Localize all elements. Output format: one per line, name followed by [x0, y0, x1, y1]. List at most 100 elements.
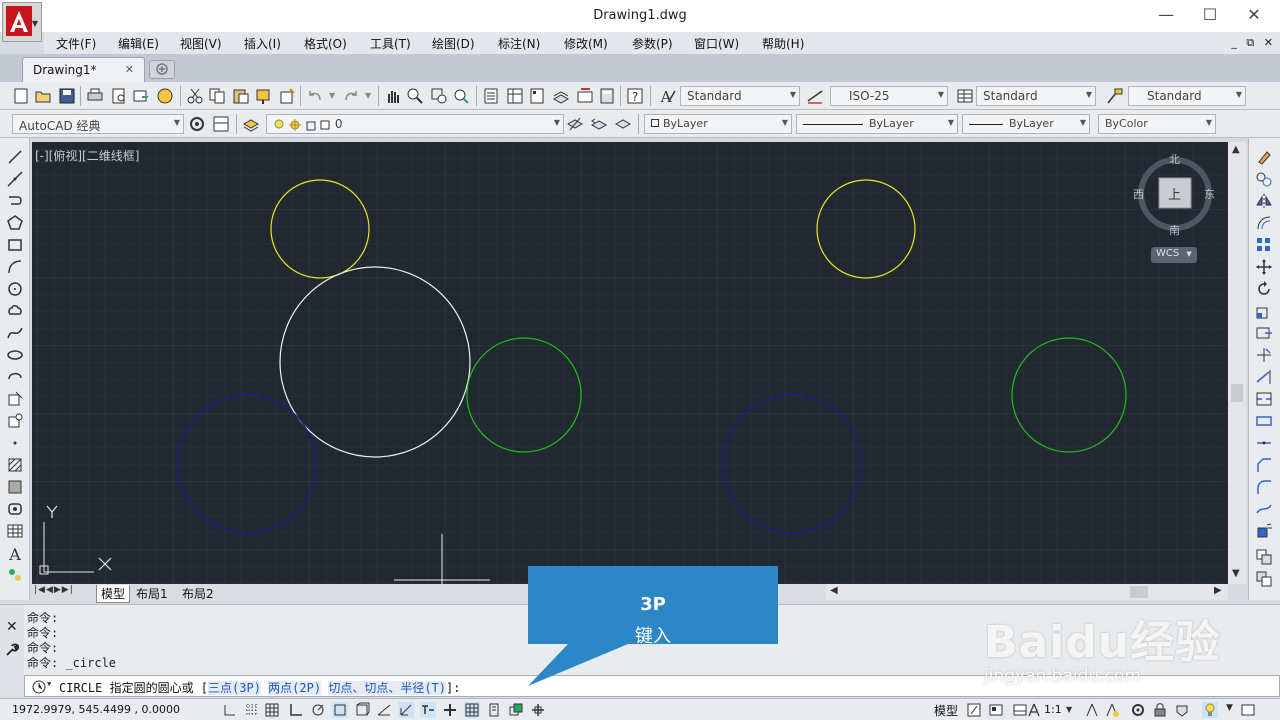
annotation-visibility-icon[interactable] [1084, 702, 1100, 718]
transparency-icon[interactable] [464, 702, 480, 718]
linetype-combo[interactable]: ByLayer ▼ [796, 114, 958, 134]
pan-hand-icon[interactable] [384, 87, 402, 105]
region-icon[interactable] [6, 500, 24, 518]
make-object-layer-current-icon[interactable] [566, 115, 584, 133]
show-lineweight-icon[interactable] [442, 702, 458, 718]
make-block-icon[interactable] [6, 412, 24, 430]
dimension-style-icon[interactable] [806, 87, 824, 105]
layer-combo[interactable]: 0 ▼ [266, 114, 564, 134]
text-style-icon[interactable]: A [658, 87, 676, 105]
revision-cloud-icon[interactable] [6, 302, 24, 320]
tab-drawing1[interactable]: Drawing1* ✕ [22, 57, 145, 82]
option-two-point[interactable]: 两点(2P) [268, 681, 322, 695]
cursor-coordinates[interactable]: 1972.9979, 545.4499 , 0.0000 [12, 703, 180, 716]
tab-layout2[interactable]: 布局2 [182, 585, 214, 602]
menu-parametric[interactable]: 参数(P) [632, 35, 673, 52]
menu-file[interactable]: 文件(F) [56, 35, 96, 52]
menu-draw[interactable]: 绘图(D) [432, 35, 475, 52]
3d-print-icon[interactable] [156, 87, 174, 105]
block-editor-icon[interactable] [278, 87, 296, 105]
layer-previous-icon[interactable] [590, 115, 608, 133]
close-button[interactable]: ✕ [1234, 4, 1274, 28]
tool-palettes-icon[interactable] [528, 87, 546, 105]
multileader-style-icon[interactable] [1106, 87, 1124, 105]
copy-icon[interactable] [208, 87, 226, 105]
workspace-combo[interactable]: AutoCAD 经典 ▼ [12, 114, 184, 134]
redo-icon[interactable] [342, 87, 360, 105]
option-three-point[interactable]: 三点(3P) [208, 681, 261, 695]
cut-icon[interactable] [186, 87, 204, 105]
layer-properties-icon[interactable] [242, 115, 260, 133]
hardware-acceleration-icon[interactable] [1174, 702, 1190, 718]
erase-icon[interactable] [1255, 148, 1273, 166]
workspace-settings-gear-icon[interactable] [188, 115, 206, 133]
text-style-combo[interactable]: Standard ▼ [680, 86, 800, 106]
print-icon[interactable] [86, 87, 104, 105]
command-dropdown-icon[interactable]: ▼ [47, 680, 51, 688]
chamfer-icon[interactable] [1255, 456, 1273, 474]
publish-icon[interactable] [132, 87, 150, 105]
stretch-icon[interactable] [1255, 324, 1273, 342]
copy-object-icon[interactable] [1255, 170, 1273, 188]
auto-scale-icon[interactable] [1104, 702, 1120, 718]
properties-icon[interactable] [482, 87, 500, 105]
join-icon[interactable] [1255, 434, 1273, 452]
ellipse-icon[interactable] [6, 346, 24, 364]
tab-close-icon[interactable]: ✕ [125, 63, 134, 76]
scroll-left-icon[interactable]: ◀ [830, 585, 838, 596]
gradient-icon[interactable] [6, 478, 24, 496]
isolate-objects-lightbulb-icon[interactable] [1202, 702, 1218, 718]
status-bar-menu-icon[interactable]: ▼ [1226, 703, 1233, 713]
layout-navigation-arrows[interactable]: |◀◀▶▶| [34, 585, 74, 595]
plot-preview-icon[interactable] [110, 87, 128, 105]
open-file-icon[interactable] [34, 87, 52, 105]
scroll-right-icon[interactable]: ▶ [1214, 585, 1222, 596]
hatch-icon[interactable] [6, 456, 24, 474]
annotation-scale-icon[interactable] [1026, 702, 1042, 718]
blend-curves-icon[interactable] [1255, 500, 1273, 518]
menu-help[interactable]: 帮助(H) [762, 35, 804, 52]
move-icon[interactable] [1255, 258, 1273, 276]
break-icon[interactable] [1255, 412, 1273, 430]
command-window-handle[interactable]: ✕ [0, 605, 24, 697]
plotstyle-combo[interactable]: ByColor ▼ [1098, 114, 1216, 134]
paste-icon[interactable] [232, 87, 250, 105]
menu-window[interactable]: 窗口(W) [694, 35, 739, 52]
selection-cycling-icon[interactable] [508, 702, 524, 718]
dynamic-input-icon[interactable] [420, 702, 436, 718]
document-window-controls[interactable]: _ ⧉ ✕ [1231, 36, 1276, 50]
viewcube-east[interactable]: 东 [1204, 186, 1215, 202]
insert-block-icon[interactable] [6, 390, 24, 408]
zoom-realtime-icon[interactable] [406, 87, 424, 105]
table-style-combo[interactable]: Standard ▼ [976, 86, 1096, 106]
clean-screen-icon[interactable] [1240, 702, 1256, 718]
vertical-scrollbar[interactable]: ▲ ▼ [1228, 142, 1246, 584]
quickcalc-icon[interactable] [598, 87, 616, 105]
table-icon[interactable] [6, 522, 24, 540]
layer-state-manager-icon[interactable] [614, 115, 632, 133]
menu-format[interactable]: 格式(O) [304, 35, 347, 52]
workspace-switching-gear-icon[interactable] [1130, 702, 1146, 718]
table-style-icon[interactable] [956, 87, 974, 105]
vertical-scroll-thumb[interactable] [1231, 384, 1243, 402]
quick-view-drawings-icon[interactable] [988, 702, 1004, 718]
viewcube-south[interactable]: 南 [1169, 222, 1180, 238]
customize-wrench-icon[interactable] [5, 643, 19, 657]
close-command-line-icon[interactable]: ✕ [6, 619, 18, 635]
3d-object-snap-icon[interactable] [354, 702, 370, 718]
design-center-icon[interactable] [506, 87, 524, 105]
quick-properties-icon[interactable] [486, 702, 502, 718]
minimize-button[interactable]: — [1146, 4, 1186, 28]
tab-layout1[interactable]: 布局1 [136, 585, 168, 602]
fillet-icon[interactable] [1255, 478, 1273, 496]
scroll-down-icon[interactable]: ▼ [1232, 568, 1240, 579]
draw-order-icon[interactable] [1255, 548, 1273, 566]
annotation-scale-dropdown-icon[interactable]: ▼ [1066, 705, 1072, 714]
infer-constraints-icon[interactable] [222, 702, 238, 718]
customize-icon[interactable] [212, 115, 230, 133]
model-space-toggle[interactable]: 模型 [934, 702, 958, 719]
break-at-point-icon[interactable] [1255, 390, 1273, 408]
zoom-previous-icon[interactable] [452, 87, 470, 105]
mirror-icon[interactable] [1255, 192, 1273, 210]
ellipse-arc-icon[interactable] [6, 368, 24, 386]
